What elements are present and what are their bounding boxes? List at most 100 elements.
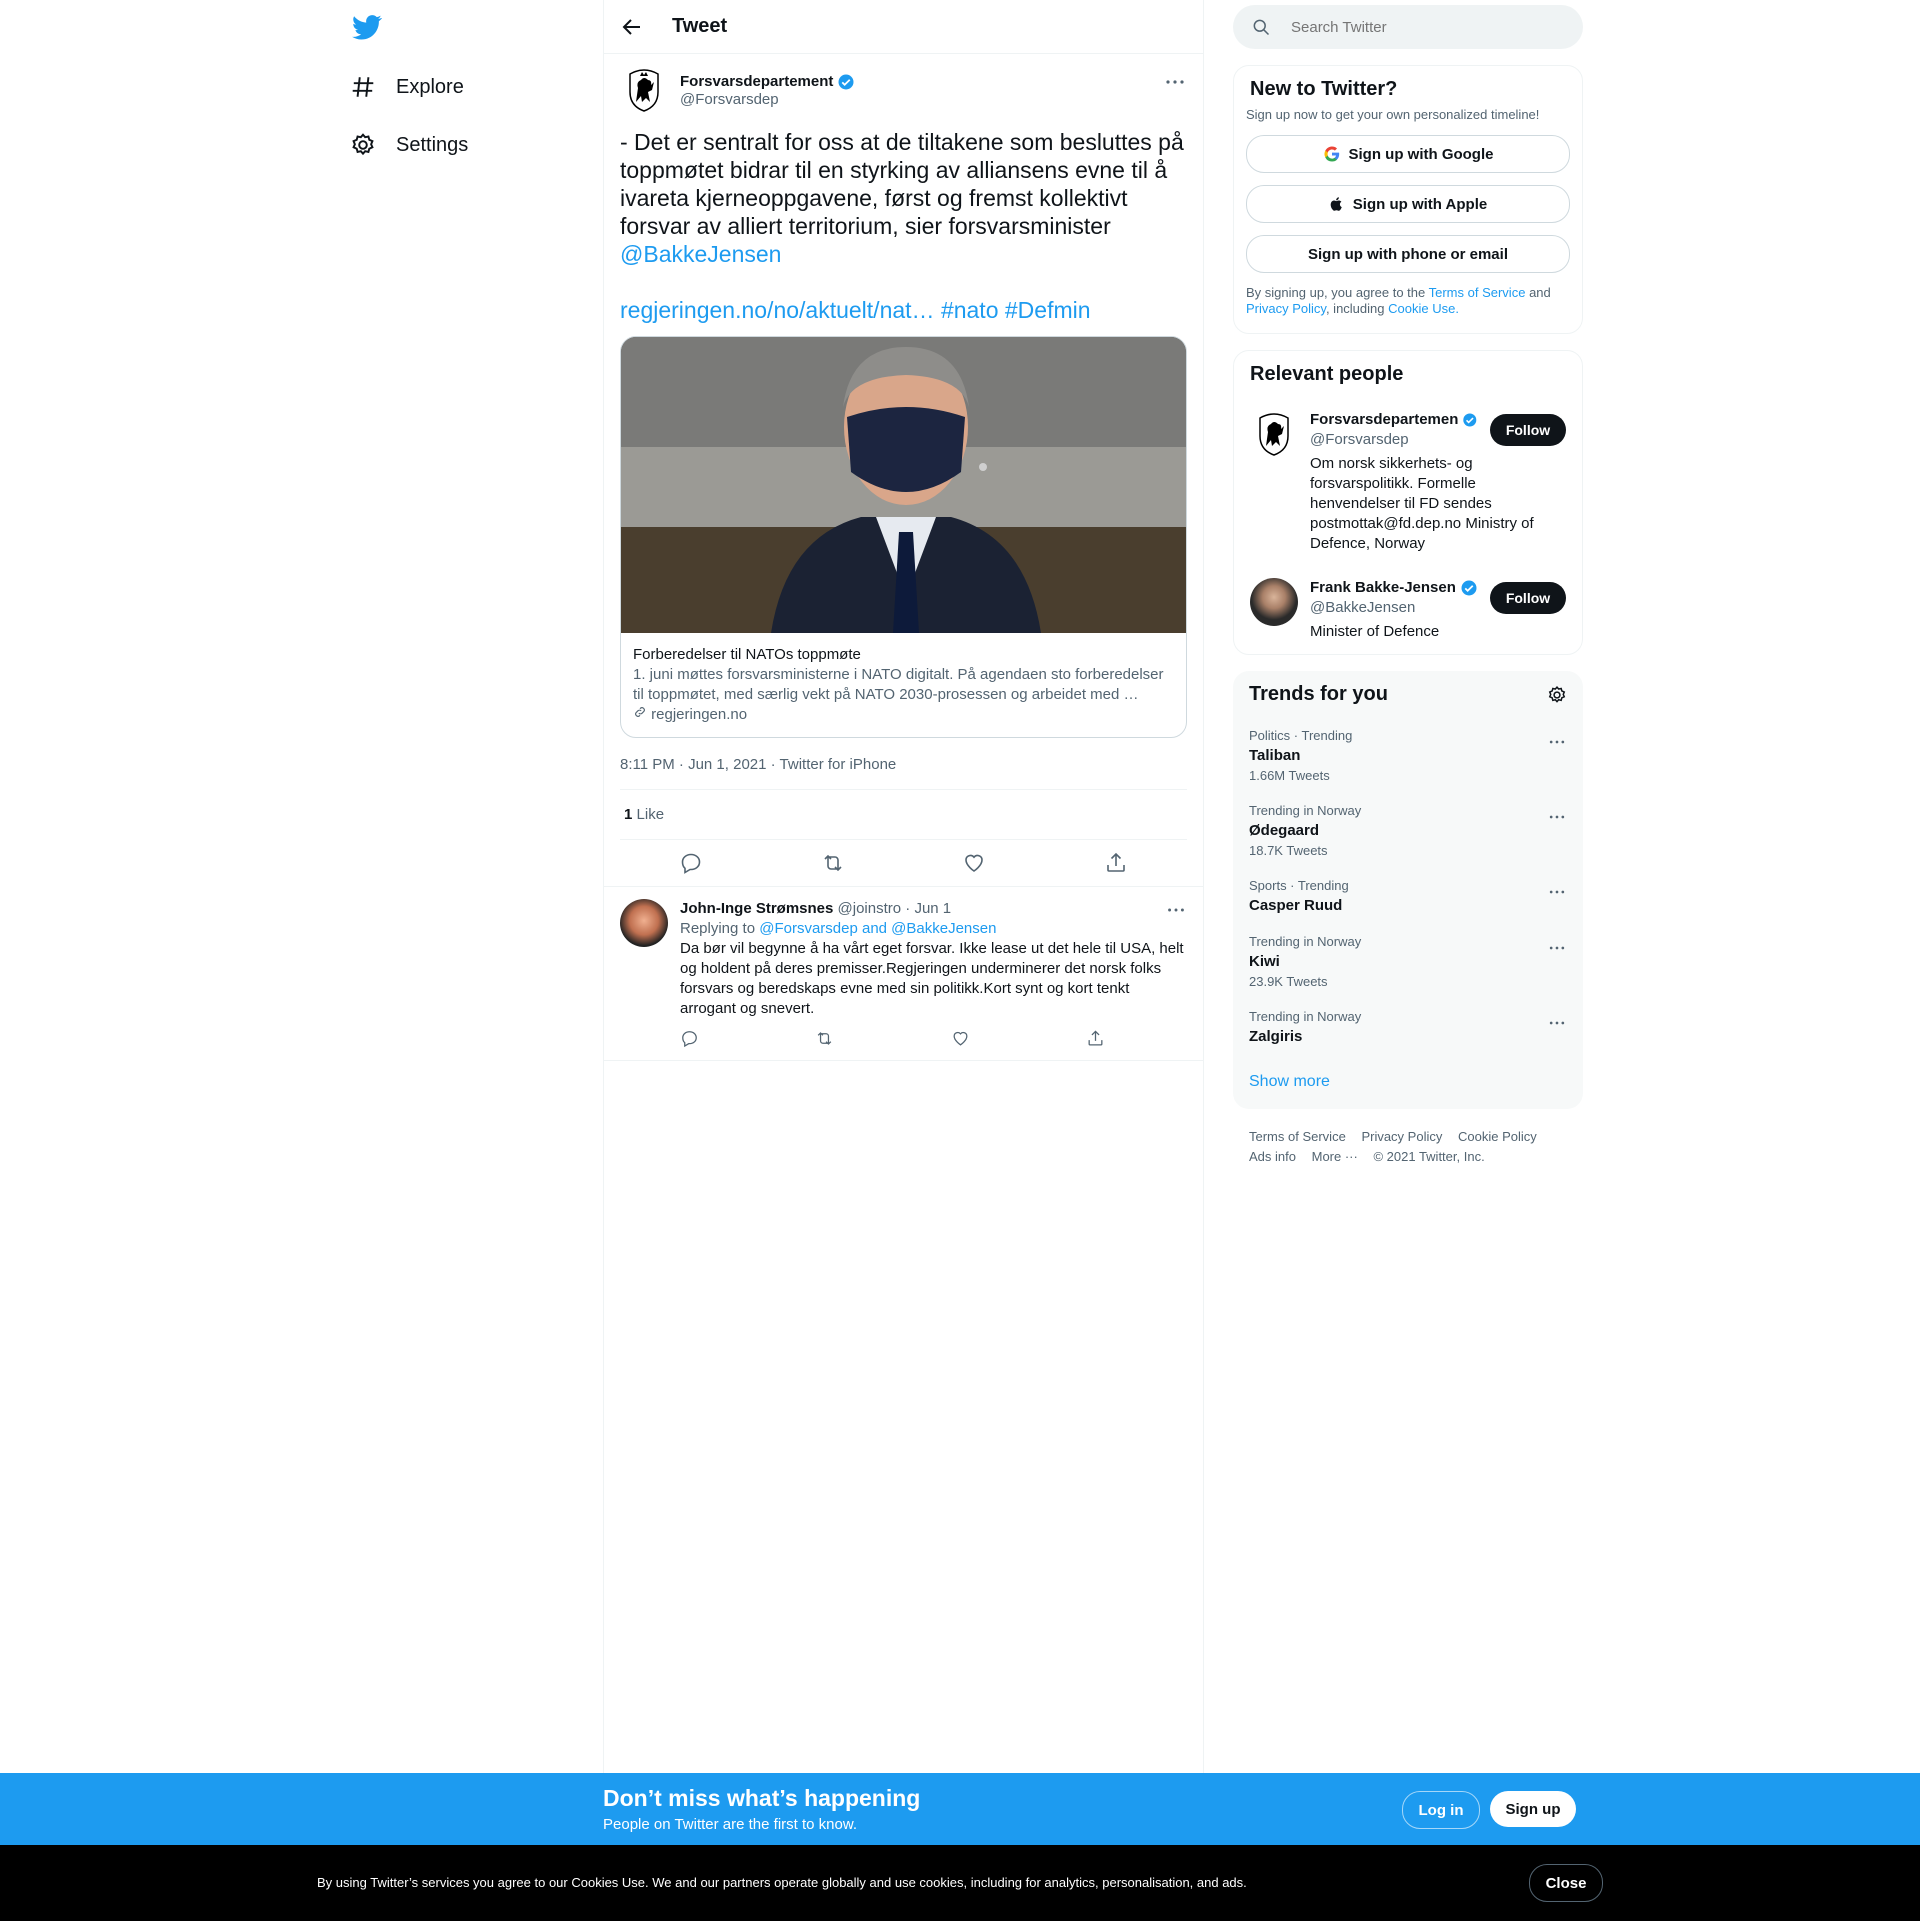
hashtag-defmin[interactable]: #Defmin xyxy=(1005,297,1091,323)
more-options-icon[interactable] xyxy=(1547,1013,1567,1033)
signup-phone-label: Sign up with phone or email xyxy=(1307,245,1508,263)
reply-tweet[interactable]: John-Inge Strømsnes @joinstro · Jun 1 Re… xyxy=(604,887,1203,1061)
signup-google-button[interactable]: Sign up with Google xyxy=(1246,135,1570,173)
more-options-icon[interactable] xyxy=(1547,807,1567,827)
share-icon[interactable] xyxy=(1086,1029,1105,1048)
author-handle[interactable]: @Forsvarsdep xyxy=(680,91,855,108)
like-heart-icon[interactable] xyxy=(951,1029,970,1048)
share-icon[interactable] xyxy=(1104,851,1128,875)
back-arrow-icon[interactable] xyxy=(620,15,644,39)
card-domain-row: regjeringen.no xyxy=(633,705,1174,725)
more-options-icon[interactable] xyxy=(1165,899,1187,921)
more-options-icon[interactable] xyxy=(1547,882,1567,902)
person-avatar[interactable] xyxy=(1250,578,1298,626)
more-options-icon[interactable] xyxy=(1547,732,1567,752)
tweet-stats[interactable]: 1 Like xyxy=(620,789,1187,840)
show-more-link[interactable]: Show more xyxy=(1233,1055,1583,1109)
tweet-timestamp[interactable]: 8:11 PM · Jun 1, 2021 · Twitter for iPho… xyxy=(620,756,1187,773)
twitter-logo-icon[interactable] xyxy=(352,12,382,42)
nav-settings[interactable]: Settings xyxy=(350,125,468,165)
google-icon xyxy=(1323,146,1339,162)
reply-icon[interactable] xyxy=(679,851,703,875)
person-bakkejensen[interactable]: Frank Bakke-Jensen @BakkeJensen Minister… xyxy=(1234,566,1582,654)
banner-headline: Don’t miss what’s happening xyxy=(603,1785,921,1811)
trend-name: Zalgiris xyxy=(1249,1028,1303,1045)
person-name-row[interactable]: Forsvarsdepartemen xyxy=(1310,410,1478,430)
trend-meta: Trending in Norway xyxy=(1249,934,1362,949)
relevant-people-title: Relevant people xyxy=(1250,363,1404,385)
trend-item[interactable]: Trending in Norway Zalgiris xyxy=(1233,999,1583,1055)
tos-link[interactable]: Terms of Service xyxy=(1429,285,1526,300)
card-title: Forberedelser til NATOs toppmøte xyxy=(633,646,861,663)
hashtag-nato[interactable]: #nato xyxy=(941,297,999,323)
trend-name: Ødegaard xyxy=(1249,822,1320,839)
signup-phone-button[interactable]: Sign up with phone or email xyxy=(1246,235,1570,273)
signup-legal: By signing up, you agree to the Terms of… xyxy=(1234,285,1582,333)
card-body: Forberedelser til NATOs toppmøte 1. juni… xyxy=(621,633,1186,737)
footer-tos[interactable]: Terms of Service xyxy=(1249,1129,1346,1144)
follow-button[interactable]: Follow xyxy=(1490,414,1566,446)
follow-button[interactable]: Follow xyxy=(1490,582,1566,614)
signup-button[interactable]: Sign up xyxy=(1490,1791,1576,1827)
avatar[interactable] xyxy=(620,66,668,114)
mention-link[interactable]: @BakkeJensen xyxy=(620,241,781,267)
lion-crest-icon xyxy=(1259,413,1289,456)
card-image xyxy=(621,337,1186,633)
reply-header: John-Inge Strømsnes @joinstro · Jun 1 xyxy=(680,899,1187,919)
cookie-use-link[interactable]: Cookie Use. xyxy=(1388,301,1459,316)
trend-meta: Politics · Trending xyxy=(1249,728,1353,743)
legal-including: , including xyxy=(1325,301,1385,316)
legal-text: By signing up, you agree to the xyxy=(1246,285,1426,300)
trend-meta: Trending in Norway xyxy=(1249,803,1362,818)
search-icon xyxy=(1253,19,1270,36)
more-options-icon[interactable] xyxy=(1163,70,1187,94)
person-forsvarsdep[interactable]: Forsvarsdepartemen @Forsvarsdep Om norsk… xyxy=(1234,398,1582,566)
tweet-author: Forsvarsdepartement @Forsvarsdep xyxy=(620,66,1187,114)
sidebar-footer: Terms of Service Privacy Policy Cookie P… xyxy=(1233,1109,1583,1185)
reply-avatar[interactable] xyxy=(620,899,668,947)
more-options-icon[interactable] xyxy=(1547,938,1567,958)
search-bar[interactable] xyxy=(1233,5,1583,49)
trend-item[interactable]: Trending in Norway Kiwi 23.9K Tweets xyxy=(1233,924,1583,999)
trend-item[interactable]: Sports · Trending Casper Ruud xyxy=(1233,868,1583,924)
reply-author-name[interactable]: John-Inge Strømsnes xyxy=(680,900,833,917)
privacy-link[interactable]: Privacy Policy xyxy=(1246,301,1326,316)
signup-box: New to Twitter? Sign up now to get your … xyxy=(1233,65,1583,334)
footer-privacy[interactable]: Privacy Policy xyxy=(1361,1129,1442,1144)
page-title: Tweet xyxy=(672,15,728,37)
footer-cookie[interactable]: Cookie Policy xyxy=(1458,1129,1537,1144)
tweet-author-name[interactable]: Forsvarsdepartement xyxy=(680,73,855,91)
login-button[interactable]: Log in xyxy=(1402,1791,1480,1829)
trend-item[interactable]: Trending in Norway Ødegaard 18.7K Tweets xyxy=(1233,793,1583,868)
retweet-icon[interactable] xyxy=(821,851,845,875)
signup-apple-button[interactable]: Sign up with Apple xyxy=(1246,185,1570,223)
footer-ads[interactable]: Ads info xyxy=(1249,1149,1296,1164)
nav-explore-label: Explore xyxy=(396,75,464,98)
link-card[interactable]: Forberedelser til NATOs toppmøte 1. juni… xyxy=(620,336,1187,738)
reply-icon[interactable] xyxy=(680,1029,699,1048)
trend-item[interactable]: Politics · Trending Taliban 1.66M Tweets xyxy=(1233,718,1583,793)
reply-handle-date[interactable]: @joinstro · Jun 1 xyxy=(838,900,952,917)
nav-settings-label: Settings xyxy=(396,133,469,156)
retweet-icon[interactable] xyxy=(815,1029,834,1048)
footer-more[interactable]: More ··· xyxy=(1312,1149,1358,1164)
main-tweet: Forsvarsdepartement @Forsvarsdep - Det e… xyxy=(604,54,1203,887)
url-link[interactable]: regjeringen.no/no/aktuelt/nat… xyxy=(620,297,935,323)
replying-to-links[interactable]: @Forsvarsdep and @BakkeJensen xyxy=(759,920,996,937)
search-input[interactable] xyxy=(1289,17,1553,37)
cookie-close-button[interactable]: Close xyxy=(1529,1864,1603,1902)
reply-body: John-Inge Strømsnes @joinstro · Jun 1 Re… xyxy=(680,899,1187,1048)
nav-explore[interactable]: Explore xyxy=(350,67,464,107)
signup-subtitle: Sign up now to get your own personalized… xyxy=(1246,107,1540,122)
cookie-text: By using Twitter’s services you agree to… xyxy=(317,1875,1247,1890)
tweet-text: - Det er sentralt for oss at de tiltaken… xyxy=(620,128,1187,324)
signup-banner: Don’t miss what’s happening People on Tw… xyxy=(0,1773,1920,1845)
likes-label: Like xyxy=(636,806,665,823)
gear-icon[interactable] xyxy=(1547,685,1567,705)
trends-title: Trends for you xyxy=(1249,683,1388,705)
person-avatar[interactable] xyxy=(1250,410,1298,458)
like-heart-icon[interactable] xyxy=(962,851,986,875)
link-icon xyxy=(635,707,645,717)
tweet-body: - Det er sentralt for oss at de tiltaken… xyxy=(620,129,1184,239)
card-description: 1. juni møttes forsvarsministerne i NATO… xyxy=(633,666,1164,703)
